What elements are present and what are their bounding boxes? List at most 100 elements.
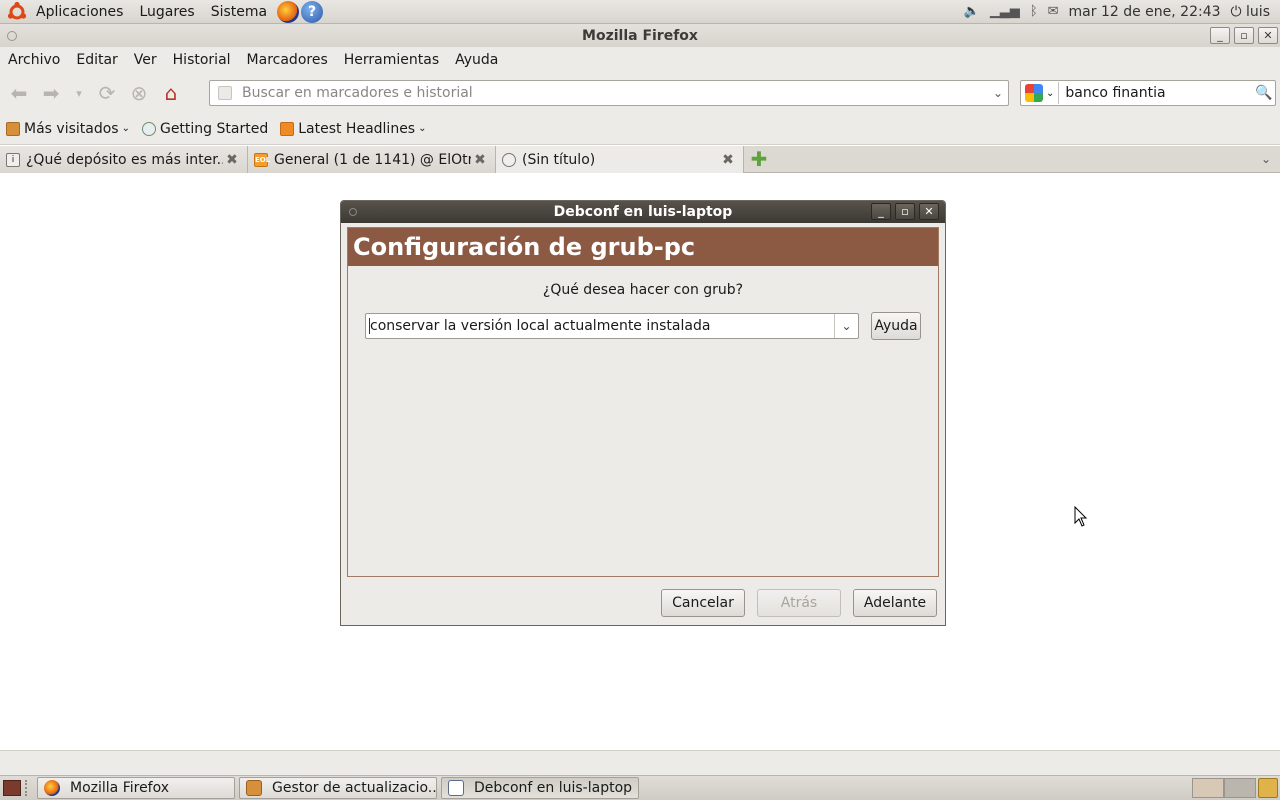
selected-option: conservar la versión local actualmente i… <box>369 318 834 334</box>
workspace-switcher <box>1192 777 1256 799</box>
dialog-body: Configuración de grub-pc ¿Qué desea hace… <box>347 227 939 577</box>
rss-icon <box>280 121 295 136</box>
tab-strip: i ¿Qué depósito es más inter... ✖ EOL Ge… <box>0 146 1280 173</box>
dialog-minimize-button[interactable]: _ <box>871 203 891 220</box>
mouse-cursor-icon <box>1074 506 1088 527</box>
url-input[interactable] <box>242 85 988 101</box>
firefox-launcher-icon[interactable] <box>277 0 300 23</box>
site-identity-icon[interactable] <box>218 86 232 100</box>
trash-icon[interactable] <box>1258 778 1278 798</box>
forward-arrow-icon[interactable]: ➡ <box>38 80 64 106</box>
cancel-button[interactable]: Cancelar <box>661 589 745 617</box>
menu-ver[interactable]: Ver <box>126 52 165 68</box>
bookmark-label: Más visitados <box>24 120 119 137</box>
page-icon <box>141 121 156 136</box>
window-title: Mozilla Firefox <box>582 27 698 44</box>
back-arrow-icon[interactable]: ⬅ <box>6 80 32 106</box>
reload-icon[interactable]: ⟳ <box>94 80 120 106</box>
bookmark-latest-headlines[interactable]: Latest Headlines ⌄ <box>274 121 432 137</box>
bluetooth-icon[interactable]: ᛒ <box>1030 4 1038 19</box>
menu-archivo[interactable]: Archivo <box>0 52 68 68</box>
url-dropdown-icon[interactable]: ⌄ <box>988 86 1008 100</box>
list-all-tabs-icon[interactable]: ⌄ <box>1252 146 1280 172</box>
network-icon[interactable]: ▁▃▅ <box>990 4 1020 19</box>
search-bar[interactable]: ⌄ 🔍 <box>1020 80 1276 106</box>
search-icon[interactable]: 🔍 <box>1255 85 1275 101</box>
window-menu-icon[interactable] <box>7 31 17 41</box>
folder-icon <box>6 121 20 136</box>
menubar: Archivo Editar Ver Historial Marcadores … <box>0 47 1280 73</box>
tab-sin-titulo[interactable]: (Sin título) ✖ <box>496 146 744 173</box>
stop-icon[interactable]: ⊗ <box>126 80 152 106</box>
navigation-toolbar: ⬅ ➡ ▾ ⟳ ⊗ ⌂ ⌄ ⌄ 🔍 <box>0 73 1280 113</box>
mail-icon[interactable]: ✉ <box>1048 4 1059 19</box>
menu-editar[interactable]: Editar <box>68 52 125 68</box>
tab-close-icon[interactable]: ✖ <box>223 152 241 168</box>
session-menu[interactable]: ⏻ luis <box>1231 4 1270 20</box>
chevron-down-icon: ⌄ <box>418 123 427 134</box>
tab-close-icon[interactable]: ✖ <box>719 152 737 168</box>
new-tab-plus-icon[interactable]: ✚ <box>744 146 774 172</box>
dialog-titlebar[interactable]: Debconf en luis-laptop _ ▫ ✕ <box>341 201 945 223</box>
clock[interactable]: mar 12 de ene, 22:43 <box>1069 4 1221 20</box>
debconf-icon <box>448 780 464 796</box>
update-manager-icon <box>246 780 262 796</box>
help-button[interactable]: Ayuda <box>871 312 921 340</box>
help-launcher-icon[interactable]: ? <box>301 0 324 23</box>
tab-label: General (1 de 1141) @ ElOtr... <box>274 151 471 168</box>
firefox-icon <box>44 780 60 796</box>
menu-historial[interactable]: Historial <box>165 52 239 68</box>
dialog-title: Debconf en luis-laptop <box>553 204 733 220</box>
url-bar[interactable]: ⌄ <box>209 80 1009 106</box>
tab-close-icon[interactable]: ✖ <box>471 152 489 168</box>
grub-option-select[interactable]: conservar la versión local actualmente i… <box>365 313 859 339</box>
close-button[interactable]: ✕ <box>1258 27 1278 44</box>
google-engine-icon[interactable] <box>1025 84 1043 102</box>
minimize-button[interactable]: _ <box>1210 27 1230 44</box>
debconf-dialog: Debconf en luis-laptop _ ▫ ✕ Configuraci… <box>340 200 946 626</box>
task-label: Mozilla Firefox <box>70 780 170 796</box>
menu-lugares[interactable]: Lugares <box>131 4 202 20</box>
task-label: Gestor de actualizacio... <box>272 780 437 796</box>
menu-aplicaciones[interactable]: Aplicaciones <box>28 4 131 20</box>
workspace-1[interactable] <box>1192 778 1224 798</box>
menu-marcadores[interactable]: Marcadores <box>239 52 336 68</box>
bookmark-getting-started[interactable]: Getting Started <box>136 121 274 137</box>
show-desktop-icon[interactable] <box>3 780 21 796</box>
chevron-down-icon[interactable]: ⌄ <box>834 314 858 338</box>
history-dropdown-icon[interactable]: ▾ <box>70 80 88 106</box>
user-name: luis <box>1246 3 1270 20</box>
page-icon <box>502 152 516 167</box>
menu-herramientas[interactable]: Herramientas <box>336 52 447 68</box>
dialog-maximize-button[interactable]: ▫ <box>895 203 915 220</box>
ubuntu-logo-icon[interactable] <box>6 1 28 23</box>
elotrolado-icon: EOL <box>254 152 270 167</box>
home-icon[interactable]: ⌂ <box>158 80 184 106</box>
menu-ayuda[interactable]: Ayuda <box>447 52 506 68</box>
volume-icon[interactable]: 🔈 <box>964 4 980 19</box>
tab-deposito[interactable]: i ¿Qué depósito es más inter... ✖ <box>0 146 248 173</box>
firefox-titlebar[interactable]: Mozilla Firefox _ ▫ ✕ <box>0 24 1280 47</box>
tab-general[interactable]: EOL General (1 de 1141) @ ElOtr... ✖ <box>248 146 496 173</box>
task-label: Debconf en luis-laptop <box>474 780 633 796</box>
maximize-button[interactable]: ▫ <box>1234 27 1254 44</box>
tab-label: ¿Qué depósito es más inter... <box>26 151 223 168</box>
search-input[interactable] <box>1065 85 1255 101</box>
task-update-manager[interactable]: Gestor de actualizacio... <box>239 777 437 799</box>
window-menu-icon[interactable] <box>349 208 357 216</box>
dialog-header: Configuración de grub-pc <box>348 228 938 266</box>
bookmark-label: Getting Started <box>159 120 269 137</box>
chevron-down-icon: ⌄ <box>121 123 130 134</box>
dialog-close-button[interactable]: ✕ <box>919 203 939 220</box>
bookmark-mas-visitados[interactable]: Más visitados ⌄ <box>0 121 136 137</box>
bookmark-label: Latest Headlines <box>298 120 416 137</box>
menu-sistema[interactable]: Sistema <box>203 4 275 20</box>
back-button[interactable]: Atrás <box>757 589 841 617</box>
task-debconf[interactable]: Debconf en luis-laptop <box>441 777 639 799</box>
task-firefox[interactable]: Mozilla Firefox <box>37 777 235 799</box>
engine-dropdown-icon[interactable]: ⌄ <box>1046 88 1054 99</box>
top-panel: Aplicaciones Lugares Sistema ? 🔈 ▁▃▅ ᛒ ✉… <box>0 0 1280 24</box>
workspace-2[interactable] <box>1224 778 1256 798</box>
forward-button[interactable]: Adelante <box>853 589 937 617</box>
status-bar <box>0 750 1280 775</box>
